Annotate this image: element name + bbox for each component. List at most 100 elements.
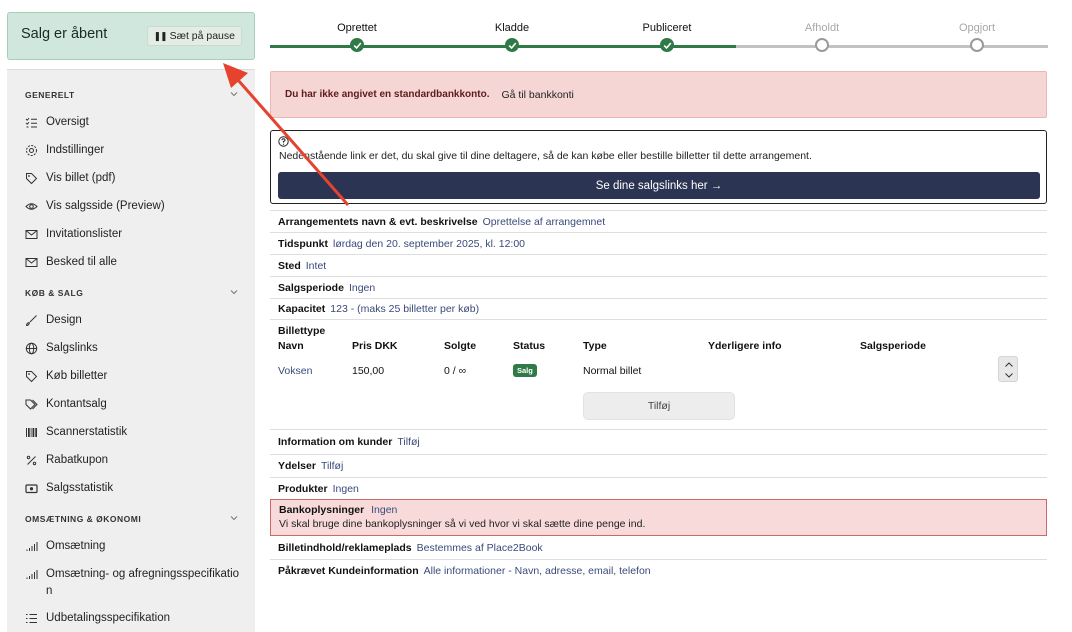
percent-icon: [26, 455, 37, 465]
bank-details-warning: Bankoplysninger Ingen Vi skal bruge dine…: [270, 499, 1047, 536]
sales-status-card: Salg er åbent ❚❚ Sæt på pause: [7, 12, 255, 60]
sidebar-item-label: Køb billetter: [46, 370, 108, 382]
detail-row-ticket-content: Billetindhold/reklameplads Bestemmes af …: [270, 537, 1047, 559]
column-header: Salgsperiode: [860, 340, 926, 352]
add-customer-info-link[interactable]: Tilføj: [397, 436, 419, 448]
bank-account-alert: Du har ikke angivet en standardbankkonto…: [270, 71, 1047, 118]
sidebar-item-label: Vis salgsside (Preview): [46, 200, 165, 212]
required-info-link[interactable]: Alle informationer - Navn, adresse, emai…: [424, 565, 651, 577]
event-name-link[interactable]: Oprettelse af arrangemnet: [483, 216, 606, 228]
step-publiceret: Publiceret: [607, 0, 727, 52]
list-icon: [26, 613, 37, 623]
sidebar-item-label: Invitationslister: [46, 228, 123, 240]
pause-sales-label: Sæt på pause: [169, 30, 235, 42]
detail-row-required-info: Påkrævet Kundeinformation Alle informati…: [270, 559, 1047, 581]
column-header: Pris DKK: [352, 340, 398, 352]
see-sales-links-button[interactable]: Se dine salgslinks her →: [278, 172, 1040, 199]
status-badge: Salg: [513, 364, 537, 377]
chevron-down-icon: [230, 92, 238, 97]
sidebar-item-salgslinks[interactable]: Salgslinks: [7, 334, 255, 362]
step-oprettet: Oprettet: [297, 0, 417, 52]
detail-label: Sted: [278, 259, 301, 272]
pause-sales-button[interactable]: ❚❚ Sæt på pause: [146, 26, 242, 46]
column-header: Navn: [278, 340, 304, 352]
ticket-name-link[interactable]: Voksen: [278, 365, 312, 377]
ticket-types-section: Billettype Navn Pris DKK Solgte Status T…: [270, 319, 1047, 429]
sidebar-item-salgsstatistik[interactable]: Salgsstatistik: [7, 474, 255, 502]
section-omsaetning-oekonomi[interactable]: OMSÆTNING & ØKONOMI: [7, 506, 255, 532]
sales-period-link[interactable]: Ingen: [349, 282, 375, 294]
sidebar: GENERELT Oversigt Indstillinger Vis bill…: [7, 69, 255, 632]
detail-row-period: Salgsperiode Ingen: [270, 276, 1047, 298]
pending-circle-icon: [970, 38, 984, 52]
detail-row-time: Tidspunkt lørdag den 20. september 2025,…: [270, 232, 1047, 254]
detail-label: Tidspunkt: [278, 237, 328, 250]
step-kladde: Kladde: [452, 0, 572, 52]
sidebar-item-label: Scannerstatistik: [46, 426, 128, 438]
brush-icon: [25, 314, 37, 326]
detail-label: Bankoplysninger: [279, 504, 365, 516]
ticket-type: Normal billet: [583, 365, 642, 377]
sidebar-item-label: Udbetalingsspecifikation: [46, 612, 171, 624]
sales-link-info-box: Nedenstående link er det, du skal give t…: [270, 130, 1047, 204]
sidebar-item-indstillinger[interactable]: Indstillinger: [7, 136, 255, 164]
sidebar-item-oversigt[interactable]: Oversigt: [7, 108, 255, 136]
step-afholdt: Afholdt: [762, 0, 882, 52]
tag-icon: [26, 370, 38, 382]
sidebar-item-udbetalingsspecifikation[interactable]: Udbetalingsspecifikation: [7, 604, 255, 632]
detail-label: Kapacitet: [278, 303, 326, 315]
products-link[interactable]: Ingen: [333, 483, 359, 495]
detail-label: Billetindhold/reklameplads: [278, 542, 412, 554]
sidebar-item-vis-salgsside[interactable]: Vis salgsside (Preview): [7, 192, 255, 220]
bank-details-link[interactable]: Ingen: [371, 504, 397, 516]
detail-label: Produkter: [278, 482, 328, 495]
event-time-link[interactable]: lørdag den 20. september 2025, kl. 12:00: [333, 238, 525, 250]
sidebar-item-besked-til-alle[interactable]: Besked til alle: [7, 248, 255, 276]
sidebar-item-koeb-billetter[interactable]: Køb billetter: [7, 362, 255, 390]
signal-bars-icon: [26, 570, 38, 579]
sidebar-item-design[interactable]: Design: [7, 306, 255, 334]
ticket-content-link[interactable]: Bestemmes af Place2Book: [417, 542, 543, 554]
add-services-link[interactable]: Tilføj: [321, 460, 343, 472]
event-place-link[interactable]: Intet: [306, 260, 326, 272]
sidebar-item-label: Vis billet (pdf): [46, 172, 116, 184]
detail-label: Information om kunder: [278, 436, 393, 448]
step-label: Kladde: [494, 22, 530, 34]
column-header: Solgte: [444, 340, 477, 352]
sidebar-item-label: Design: [46, 314, 82, 326]
sidebar-item-scannerstatistik[interactable]: Scannerstatistik: [7, 418, 255, 446]
step-label: Publiceret: [642, 22, 692, 34]
capacity-link[interactable]: 123 - (maks 25 billetter per køb): [330, 303, 479, 315]
detail-row-products: Produkter Ingen: [270, 477, 1047, 499]
go-to-bank-accounts-link[interactable]: Gå til bankkonti: [502, 89, 574, 101]
column-header: Yderligere info: [708, 340, 782, 352]
ticket-price: 150,00: [352, 365, 385, 377]
sidebar-item-invitationslister[interactable]: Invitationslister: [7, 220, 255, 248]
section-generelt[interactable]: GENERELT: [7, 82, 255, 108]
sidebar-item-vis-billet[interactable]: Vis billet (pdf): [7, 164, 255, 192]
sidebar-item-label: Kontantsalg: [46, 398, 107, 410]
eye-icon: [25, 202, 38, 210]
signal-bars-icon: [26, 541, 38, 551]
envelope-icon: [25, 257, 38, 267]
reorder-button[interactable]: [998, 356, 1018, 382]
sidebar-item-rabatkupon[interactable]: Rabatkupon: [7, 446, 255, 474]
sidebar-item-omsaetning[interactable]: Omsætning: [7, 532, 255, 560]
gear-icon: [26, 144, 37, 156]
step-opgjort: Opgjort: [917, 0, 1037, 52]
detail-label: Arrangementets navn & evt. beskrivelse: [278, 215, 478, 228]
ticket-sold: 0 / ∞: [444, 365, 467, 377]
add-ticket-type-button[interactable]: Tilføj: [583, 392, 735, 420]
sidebar-item-label: Omsætning- og afregningsspecifikation: [46, 568, 240, 597]
section-title: KØB & SALG: [25, 288, 84, 298]
sidebar-item-kontantsalg[interactable]: Kontantsalg: [7, 390, 255, 418]
check-icon: [350, 38, 364, 52]
column-header: Type: [583, 340, 607, 352]
section-koeb-salg[interactable]: KØB & SALG: [7, 280, 255, 306]
sidebar-item-afregningsspecifikation[interactable]: Omsætning- og afregningsspecifikation: [7, 560, 255, 604]
section-title: GENERELT: [25, 90, 75, 100]
check-icon: [660, 38, 674, 52]
cash-icon: [25, 483, 38, 493]
sidebar-item-label: Salgslinks: [46, 342, 98, 354]
chevron-down-icon: [230, 290, 238, 295]
